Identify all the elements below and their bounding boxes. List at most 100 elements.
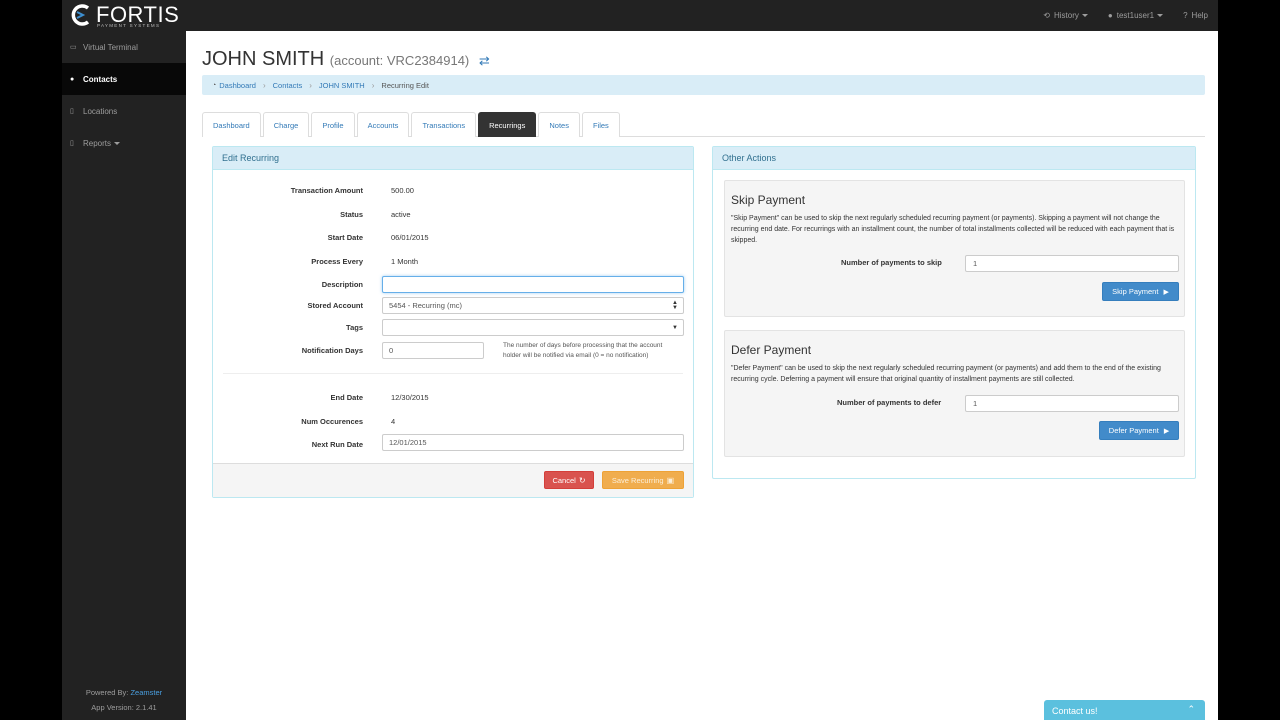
switch-account-icon[interactable]: ⇄: [479, 53, 490, 68]
sidebar-item-locations[interactable]: ▯ Locations: [62, 95, 186, 127]
stored-account-select[interactable]: 5454 - Recurring (mc) ▲ ▼: [382, 297, 684, 314]
top-nav-menu: ⟲ History ● test1user1 ? Help: [1033, 0, 1218, 31]
defer-payment-button-label: Defer Payment: [1108, 426, 1159, 435]
next-run-date-input[interactable]: 12/01/2015: [382, 434, 684, 451]
breadcrumb-contacts[interactable]: Contacts: [273, 81, 303, 90]
notification-days-label: Notification Days: [301, 346, 363, 355]
num-occurences-value: 4: [391, 417, 396, 426]
tab-notes[interactable]: Notes: [538, 112, 580, 137]
next-run-date-label: Next Run Date: [311, 440, 363, 449]
defer-payment-title: Defer Payment: [731, 343, 812, 357]
start-date-label: Start Date: [327, 233, 363, 242]
status-row: Status active: [213, 206, 693, 226]
status-label: Status: [340, 210, 363, 219]
description-input[interactable]: [382, 276, 684, 293]
brand-tagline: PAYMENT SYSTEMS: [97, 23, 161, 28]
sidebar-item-contacts[interactable]: ● Contacts: [62, 63, 186, 95]
end-date-value: 12/30/2015: [391, 393, 429, 402]
save-recurring-button[interactable]: Save Recurring ▣: [602, 471, 684, 489]
sidebar-item-virtual-terminal[interactable]: ▭ Virtual Terminal: [62, 31, 186, 63]
breadcrumb-contact[interactable]: JOHN SMITH: [319, 81, 365, 90]
tab-recurrings[interactable]: Recurrings: [478, 112, 537, 137]
building-icon: ▯: [70, 108, 74, 115]
chevron-up-icon: ⌃: [1187, 704, 1195, 714]
history-menu[interactable]: ⟲ History: [1033, 11, 1098, 20]
form-divider: [223, 373, 683, 374]
defer-payment-description: "Defer Payment" can be used to skip the …: [731, 365, 1161, 383]
play-icon: ▶: [1163, 288, 1169, 296]
defer-payment-button[interactable]: Defer Payment ▶: [1099, 421, 1179, 440]
stored-account-label: Stored Account: [307, 301, 363, 310]
chevron-down-icon: [114, 141, 121, 145]
cancel-label: Cancel: [552, 475, 576, 485]
description-row: Description: [213, 276, 693, 296]
breadcrumb-separator: ›: [262, 80, 266, 90]
stored-account-value: 5454 - Recurring (mc): [389, 301, 462, 310]
sidebar-item-label: Virtual Terminal: [83, 42, 138, 52]
defer-payment-section: Defer Payment "Defer Payment" can be use…: [724, 330, 1185, 457]
edit-recurring-title: Edit Recurring: [213, 147, 693, 170]
description-label: Description: [321, 280, 363, 289]
contact-us-widget[interactable]: Contact us! ⌃: [1044, 700, 1205, 720]
tab-charge[interactable]: Charge: [262, 112, 310, 137]
tab-files[interactable]: Files: [581, 112, 620, 137]
tab-transactions[interactable]: Transactions: [411, 112, 477, 137]
edit-recurring-footer: Cancel ↻ Save Recurring ▣: [213, 463, 693, 497]
fortis-logo[interactable]: FORTIS PAYMENT SYSTEMS: [70, 2, 190, 30]
breadcrumb-dashboard[interactable]: Dashboard: [219, 81, 256, 90]
defer-count-input[interactable]: 1: [965, 395, 1179, 412]
skip-count-label: Number of payments to skip: [841, 258, 942, 267]
notification-days-input[interactable]: 0: [382, 342, 484, 359]
contact-tabs: Dashboard Charge Profile Accounts Transa…: [202, 112, 1205, 137]
status-value: active: [391, 210, 411, 219]
refresh-icon: ↻: [578, 475, 586, 485]
tags-select[interactable]: ▼: [382, 319, 684, 336]
amount-value: 500.00: [391, 186, 414, 195]
play-icon: ▶: [1163, 427, 1170, 435]
tab-dashboard[interactable]: Dashboard: [202, 112, 261, 137]
stored-account-row: Stored Account 5454 - Recurring (mc) ▲ ▼: [213, 297, 693, 317]
notification-days-row: Notification Days 0 The number of days b…: [213, 342, 693, 362]
num-occurences-row: Num Occurences 4: [213, 413, 693, 433]
notification-days-help: The number of days before processing tha…: [503, 342, 663, 359]
process-every-value: 1 Month: [391, 257, 419, 266]
tab-profile[interactable]: Profile: [311, 112, 355, 137]
help-label: Help: [1191, 11, 1208, 20]
tags-label: Tags: [346, 323, 363, 332]
file-icon: ▯: [70, 140, 74, 147]
start-date-value: 06/01/2015: [391, 233, 429, 242]
num-occurences-label: Num Occurences: [301, 417, 363, 426]
skip-payment-description: "Skip Payment" can be used to skip the n…: [731, 215, 1175, 244]
chevron-down-icon: ▼: [672, 325, 678, 331]
history-icon: ⟲: [1043, 11, 1050, 20]
user-icon: ●: [1107, 11, 1113, 20]
breadcrumb: ◔ Dashboard › Contacts › JOHN SMITH › Re…: [202, 75, 1205, 95]
main-content: JOHN SMITH (account: VRC2384914) ⇄ ◔ Das…: [186, 31, 1218, 720]
other-actions-title: Other Actions: [713, 147, 1195, 170]
breadcrumb-separator: ›: [371, 80, 375, 90]
sidebar-item-reports[interactable]: ▯ Reports: [62, 127, 186, 159]
tags-row: Tags ▼: [213, 319, 693, 339]
help-icon: ?: [1183, 11, 1188, 20]
sidebar-item-label: Locations: [83, 106, 118, 116]
powered-by-link[interactable]: Zeamster: [130, 688, 162, 697]
powered-by-prefix: Powered By:: [85, 688, 129, 697]
user-menu[interactable]: ● test1user1: [1098, 11, 1173, 20]
chevron-down-icon: [1081, 14, 1088, 17]
defer-count-label: Number of payments to defer: [837, 398, 942, 407]
top-navbar: FORTIS PAYMENT SYSTEMS ⟲ History ● test1…: [62, 0, 1218, 31]
user-label: test1user1: [1116, 11, 1155, 20]
skip-payment-button[interactable]: Skip Payment ▶: [1102, 282, 1179, 301]
skip-payment-section: Skip Payment "Skip Payment" can be used …: [724, 180, 1185, 317]
end-date-label: End Date: [330, 393, 363, 402]
contact-us-label: Contact us!: [1052, 706, 1098, 716]
other-actions-panel: Other Actions Skip Payment "Skip Payment…: [712, 146, 1196, 479]
cancel-button[interactable]: Cancel ↻: [544, 471, 594, 489]
history-label: History: [1054, 11, 1079, 20]
page-title: JOHN SMITH (account: VRC2384914) ⇄: [202, 48, 490, 71]
process-every-row: Process Every 1 Month: [213, 253, 693, 273]
fortis-logo-icon: [71, 4, 90, 26]
tab-accounts[interactable]: Accounts: [356, 112, 410, 137]
help-link[interactable]: ? Help: [1173, 11, 1218, 20]
skip-count-input[interactable]: 1: [965, 255, 1179, 272]
